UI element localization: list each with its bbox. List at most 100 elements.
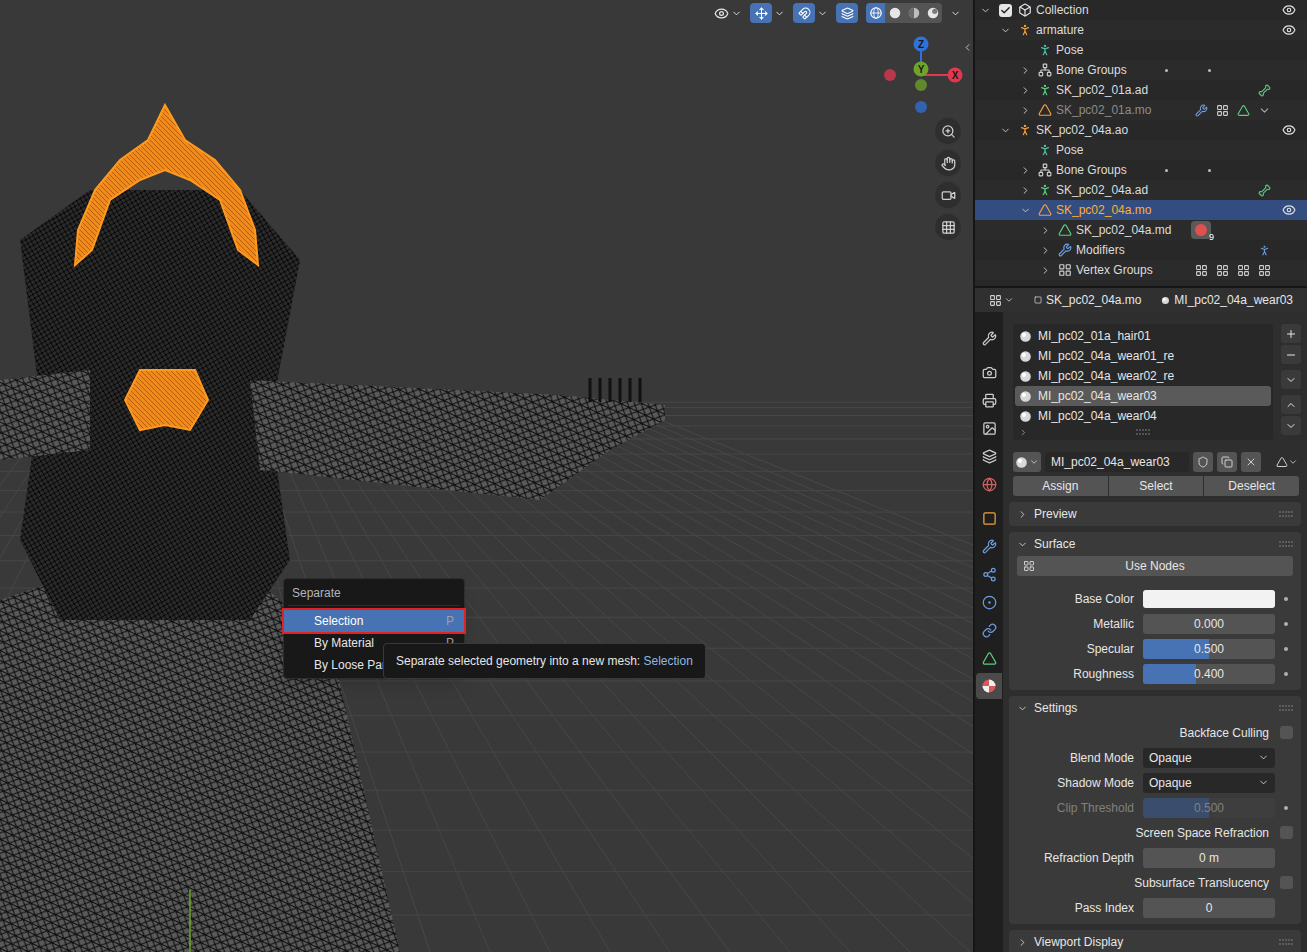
visibility-eye-icon[interactable]	[1282, 203, 1296, 217]
outliner-row[interactable]: Bone Groups	[975, 160, 1307, 180]
panel-header[interactable]: Surface	[1009, 532, 1301, 556]
expander[interactable]	[1035, 245, 1055, 256]
gizmo-toggle-button[interactable]	[750, 3, 772, 23]
outliner-row[interactable]: Pose	[975, 140, 1307, 160]
shading-mode-button[interactable]	[866, 3, 885, 23]
expander[interactable]	[1015, 185, 1035, 196]
outliner-row[interactable]: SK_pc02_04a.ao	[975, 120, 1307, 140]
expander[interactable]	[1015, 105, 1035, 116]
visibility-dropdown[interactable]	[714, 6, 742, 21]
navigation-button[interactable]	[935, 182, 961, 208]
keyframe-dot-icon[interactable]	[1284, 622, 1288, 626]
properties-tab[interactable]	[976, 617, 1002, 643]
scene-canvas[interactable]	[0, 0, 973, 952]
color-swatch[interactable]	[1143, 590, 1275, 608]
number-field[interactable]: 0	[1143, 898, 1275, 918]
properties-tab[interactable]	[976, 589, 1002, 615]
editor-type-dropdown[interactable]	[989, 294, 1014, 307]
panel-header[interactable]: Viewport Display	[1009, 930, 1301, 952]
navigation-button[interactable]	[935, 118, 961, 144]
keyframe-dot-icon[interactable]	[1284, 672, 1288, 676]
properties-tab[interactable]	[976, 415, 1002, 441]
keyframe-dot-icon[interactable]	[1284, 647, 1288, 651]
slider-field[interactable]: 0.500	[1143, 639, 1275, 659]
expander[interactable]	[975, 5, 995, 16]
grip-icon[interactable]	[1279, 511, 1293, 517]
overlay-toggle[interactable]	[793, 3, 828, 23]
properties-tab[interactable]	[976, 443, 1002, 469]
dropdown-field[interactable]: Opaque	[1143, 748, 1275, 768]
material-slot[interactable]: MI_pc02_04a_wear02_re	[1015, 366, 1271, 386]
visibility-eye-icon[interactable]	[1282, 23, 1296, 37]
checkbox[interactable]	[1280, 876, 1293, 889]
rendered-shading-icon[interactable]	[926, 6, 940, 20]
grip-icon[interactable]	[1279, 939, 1293, 945]
panel-header[interactable]: Settings	[1009, 696, 1301, 720]
unlink-button[interactable]	[1241, 452, 1261, 472]
properties-tab[interactable]	[976, 533, 1002, 559]
shading-mode-button[interactable]	[904, 3, 923, 23]
gizmo-toggle[interactable]	[750, 3, 785, 23]
visibility-eye-icon[interactable]	[1282, 3, 1296, 17]
navigation-button[interactable]	[935, 214, 961, 240]
dropdown-field[interactable]: Opaque	[1143, 773, 1275, 793]
expander[interactable]	[1015, 85, 1035, 96]
expander[interactable]	[1035, 225, 1055, 236]
expander[interactable]	[1015, 65, 1035, 76]
expander[interactable]	[995, 125, 1015, 136]
move-up-button[interactable]	[1281, 395, 1301, 414]
overlay-toggle-button[interactable]	[793, 3, 815, 23]
solid-shading-icon[interactable]	[888, 6, 902, 20]
grip-icon[interactable]	[1279, 541, 1293, 547]
keyframe-dot-icon[interactable]	[1284, 597, 1288, 601]
slot-specials-button[interactable]	[1281, 370, 1301, 389]
navigation-button[interactable]	[935, 150, 961, 176]
shading-mode-button[interactable]	[885, 3, 904, 23]
xray-toggle[interactable]	[836, 3, 858, 23]
shading-mode-button[interactable]	[923, 3, 942, 23]
outliner-row[interactable]: armature	[975, 20, 1307, 40]
properties-tab[interactable]	[976, 673, 1002, 699]
material-slot[interactable]: MI_pc02_04a_wear03	[1015, 386, 1271, 406]
number-field[interactable]: 0 m	[1143, 848, 1275, 868]
properties-tab[interactable]	[976, 561, 1002, 587]
checkbox[interactable]	[1280, 826, 1293, 839]
expander[interactable]	[995, 25, 1015, 36]
properties-tab[interactable]	[976, 471, 1002, 497]
outliner-row[interactable]: Collection	[975, 0, 1307, 20]
duplicate-button[interactable]	[1217, 452, 1237, 472]
wireframe-shading-icon[interactable]	[869, 6, 883, 20]
outliner-row[interactable]: SK_pc02_04a.mo	[975, 200, 1307, 220]
properties-tab[interactable]	[976, 359, 1002, 385]
menu-item[interactable]: SelectionP	[284, 610, 464, 632]
link-dropdown[interactable]	[1273, 452, 1301, 472]
outliner-row[interactable]: SK_pc02_04a.md9	[975, 220, 1307, 240]
properties-tab[interactable]	[976, 505, 1002, 531]
outliner-row[interactable]: Bone Groups	[975, 60, 1307, 80]
checkbox-row[interactable]: Subsurface Translucency	[1013, 870, 1297, 895]
browse-material-button[interactable]	[1013, 452, 1041, 472]
properties-tab[interactable]	[976, 645, 1002, 671]
add-slot-button[interactable]	[1281, 324, 1301, 343]
fake-user-button[interactable]	[1193, 452, 1213, 472]
expander[interactable]	[1035, 265, 1055, 276]
checkbox[interactable]	[1280, 726, 1293, 739]
material-slot[interactable]: MI_pc02_04a_wear04	[1015, 406, 1271, 426]
outliner-row[interactable]: Vertex Groups	[975, 260, 1307, 280]
outliner-row[interactable]: Pose	[975, 40, 1307, 60]
navigation-gizmo[interactable]: ZYX	[880, 32, 970, 122]
slider-field[interactable]: 0.400	[1143, 664, 1275, 684]
move-down-button[interactable]	[1281, 416, 1301, 435]
material-name-field[interactable]: MI_pc02_04a_wear03	[1045, 452, 1189, 472]
slot-action-button[interactable]: Deselect	[1204, 476, 1299, 496]
collapse-sidebar-icon[interactable]	[962, 42, 973, 53]
material-shading-icon[interactable]	[907, 6, 921, 20]
keyframe-dot-icon[interactable]	[1284, 806, 1288, 810]
properties-tab[interactable]	[976, 387, 1002, 413]
material-slot[interactable]: MI_pc02_01a_hair01	[1015, 326, 1271, 346]
3d-viewport[interactable]: ZYXSeparateSelectionPBy MaterialPBy Loos…	[0, 0, 973, 952]
expander[interactable]	[1015, 165, 1035, 176]
material-slot[interactable]: MI_pc02_04a_wear01_re	[1015, 346, 1271, 366]
outliner-row[interactable]: SK_pc02_04a.ad	[975, 180, 1307, 200]
chevron-down-icon[interactable]	[950, 8, 961, 19]
